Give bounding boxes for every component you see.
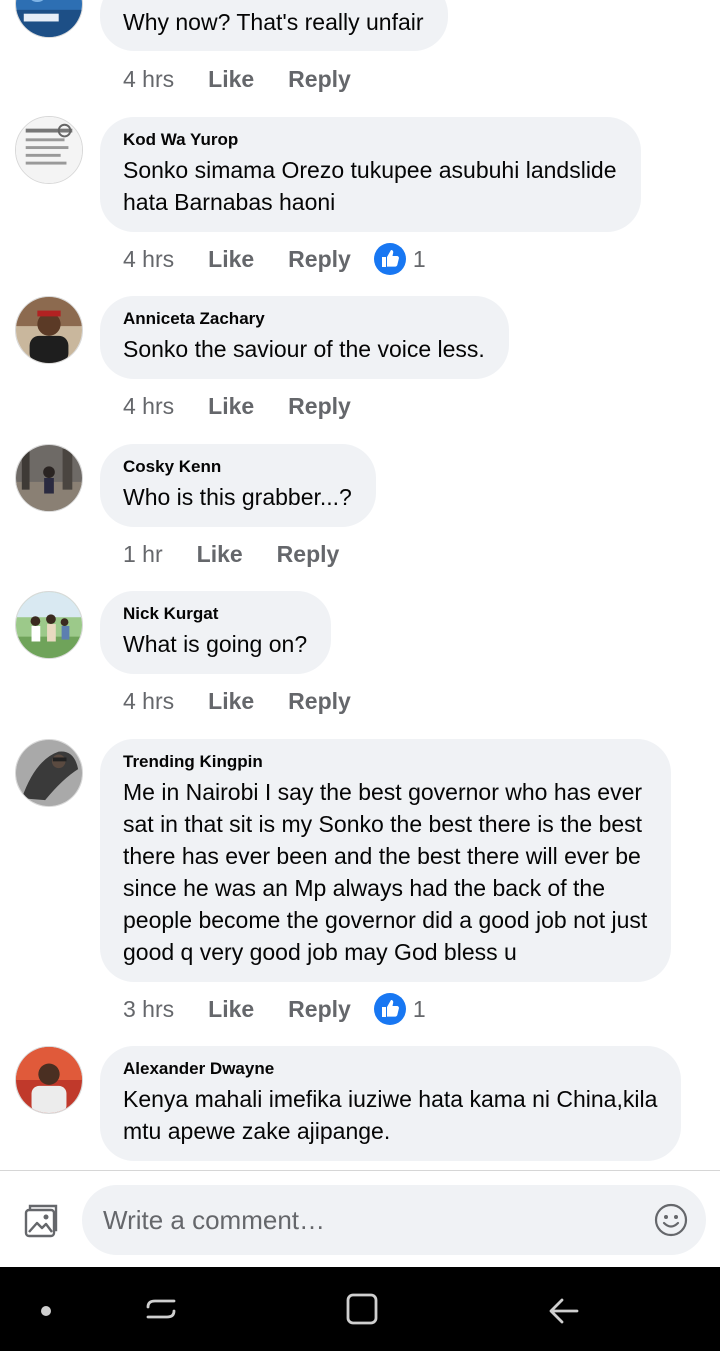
comment-text: Who is this grabber...? xyxy=(123,484,352,510)
home-icon[interactable] xyxy=(342,1289,382,1329)
like-button[interactable]: Like xyxy=(208,246,254,273)
comment-author[interactable]: Anniceta Zachary xyxy=(123,308,485,330)
smiley-icon[interactable] xyxy=(654,1203,688,1237)
comment-text: Sonko the saviour of the voice less. xyxy=(123,336,485,362)
comment-time[interactable]: 3 hrs xyxy=(123,996,174,1023)
comment-bubble[interactable]: Why now? That's really unfair xyxy=(100,0,448,51)
reply-button[interactable]: Reply xyxy=(288,246,351,273)
like-button[interactable]: Like xyxy=(208,688,254,715)
comment-bubble[interactable]: Anniceta Zachary Sonko the saviour of th… xyxy=(100,296,509,379)
reaction-summary[interactable]: 1 xyxy=(373,992,426,1026)
commenter-avatar[interactable] xyxy=(15,739,83,807)
dot-icon[interactable] xyxy=(26,1289,66,1329)
like-button[interactable]: Like xyxy=(208,66,254,93)
comment-bubble[interactable]: Trending Kingpin Me in Nairobi I say the… xyxy=(100,739,672,982)
comments-feed[interactable]: Why now? That's really unfair 4 hrs Like… xyxy=(0,0,720,1170)
system-navigation-bar xyxy=(0,1267,720,1351)
reply-button[interactable]: Reply xyxy=(288,688,351,715)
comment-text: What is going on? xyxy=(123,631,308,657)
thumbs-up-icon xyxy=(373,243,406,275)
comment-meta: 4 hrs Like Reply xyxy=(123,683,385,719)
like-button[interactable]: Like xyxy=(197,541,243,568)
comment-meta: 1 hr Like Reply xyxy=(123,536,373,572)
reaction-count: 1 xyxy=(412,245,426,272)
commenter-avatar[interactable] xyxy=(15,1046,83,1114)
like-button[interactable]: Like xyxy=(208,996,254,1023)
reply-button[interactable]: Reply xyxy=(288,393,351,420)
commenter-avatar[interactable] xyxy=(15,591,83,659)
comment-input-box[interactable] xyxy=(82,1185,706,1255)
comment-meta: 4 hrs Like Reply 1 xyxy=(123,241,426,277)
reaction-count: 1 xyxy=(412,995,426,1022)
back-icon[interactable] xyxy=(544,1289,584,1329)
comment-author[interactable]: Alexander Dwayne xyxy=(123,1058,657,1080)
commenter-avatar[interactable] xyxy=(15,116,83,184)
comment-time[interactable]: 4 hrs xyxy=(123,66,174,93)
reply-button[interactable]: Reply xyxy=(288,996,351,1023)
comment-time[interactable]: 4 hrs xyxy=(123,688,174,715)
comment-time[interactable]: 4 hrs xyxy=(123,246,174,273)
thumbs-up-icon xyxy=(373,993,406,1025)
comment-text: Kenya mahali imefika iuziwe hata kama ni… xyxy=(123,1086,658,1144)
comment-author[interactable]: Nick Kurgat xyxy=(123,603,307,625)
comment-bubble[interactable]: Cosky Kenn Who is this grabber...? xyxy=(100,444,376,527)
comment-time[interactable]: 4 hrs xyxy=(123,393,174,420)
reply-button[interactable]: Reply xyxy=(277,541,340,568)
comment-composer xyxy=(0,1170,720,1267)
comment-text: Me in Nairobi I say the best governor wh… xyxy=(123,779,648,965)
comment-meta: 4 hrs Like Reply xyxy=(123,388,385,424)
comment-bubble[interactable]: Alexander Dwayne Kenya mahali imefika iu… xyxy=(100,1046,682,1161)
commenter-avatar[interactable] xyxy=(15,296,83,364)
comment-author[interactable]: Cosky Kenn xyxy=(123,456,352,478)
comment-text: Sonko simama Orezo tukupee asubuhi lands… xyxy=(123,157,617,215)
commenter-avatar[interactable] xyxy=(15,444,83,512)
like-button[interactable]: Like xyxy=(208,393,254,420)
comment-author[interactable]: Kod Wa Yurop xyxy=(123,129,617,151)
commenter-avatar[interactable] xyxy=(15,0,83,38)
comment-meta: 4 hrs Like Reply xyxy=(123,61,385,97)
comment-bubble[interactable]: Kod Wa Yurop Sonko simama Orezo tukupee … xyxy=(100,117,641,232)
comment-time[interactable]: 1 hr xyxy=(123,541,163,568)
reply-button[interactable]: Reply xyxy=(288,66,351,93)
comment-input[interactable] xyxy=(101,1203,646,1237)
photo-icon[interactable] xyxy=(20,1201,60,1241)
comment-author[interactable]: Trending Kingpin xyxy=(123,751,647,773)
comment-meta: 3 hrs Like Reply 1 xyxy=(123,991,426,1027)
reaction-summary[interactable]: 1 xyxy=(373,242,426,276)
comment-bubble[interactable]: Nick Kurgat What is going on? xyxy=(100,591,332,674)
recent-apps-icon[interactable] xyxy=(141,1289,181,1329)
comment-text: Why now? That's really unfair xyxy=(123,9,424,35)
